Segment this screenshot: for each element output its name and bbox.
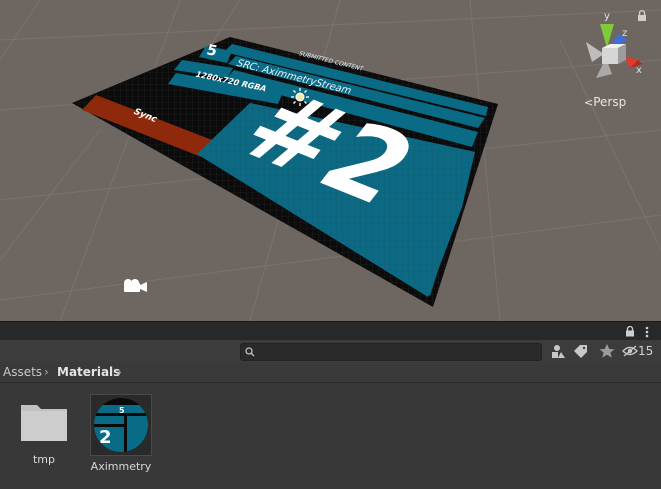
gizmo-x-label: x bbox=[636, 65, 642, 76]
project-panel-header bbox=[0, 321, 661, 340]
menu-icon[interactable] bbox=[645, 326, 649, 338]
camera-icon[interactable] bbox=[121, 277, 149, 295]
asset-thumbnail: 5 2 bbox=[90, 394, 152, 456]
asset-label: tmp bbox=[32, 453, 55, 466]
sun-icon[interactable] bbox=[290, 87, 310, 107]
breadcrumb-chevron-icon: › bbox=[117, 365, 122, 379]
breadcrumb: Assets › Materials › bbox=[0, 362, 661, 383]
material-sphere-icon: 5 2 bbox=[94, 398, 148, 452]
svg-text:2: 2 bbox=[99, 427, 112, 448]
asset-label: Aximmetry bbox=[90, 460, 152, 473]
gizmo-y-label: y bbox=[604, 11, 610, 22]
perspective-toggle[interactable]: <Persp bbox=[584, 95, 626, 109]
eye-hidden-icon bbox=[622, 345, 638, 357]
asset-tile-aximmetry[interactable]: 5 2 Aximmetry bbox=[81, 394, 161, 473]
perspective-label: Persp bbox=[593, 95, 627, 109]
asset-grid: tmp 5 2 Aximmetry bbox=[0, 383, 661, 489]
hidden-count: 15 bbox=[638, 344, 654, 358]
tag-icon[interactable] bbox=[571, 343, 591, 359]
search-field[interactable] bbox=[240, 343, 542, 361]
create-icon[interactable] bbox=[548, 343, 568, 359]
asset-tile-tmp[interactable]: tmp bbox=[4, 399, 84, 466]
svg-text:5: 5 bbox=[119, 406, 125, 415]
star-icon[interactable] bbox=[597, 343, 617, 359]
search-icon bbox=[245, 347, 255, 357]
breadcrumb-chevron-icon: › bbox=[44, 365, 49, 379]
breadcrumb-assets[interactable]: Assets bbox=[3, 365, 42, 379]
lock-icon[interactable] bbox=[625, 326, 635, 337]
folder-icon bbox=[21, 405, 67, 441]
breadcrumb-materials[interactable]: Materials bbox=[57, 365, 120, 379]
hidden-packages-toggle[interactable]: 15 bbox=[622, 343, 653, 359]
search-input[interactable] bbox=[259, 344, 541, 360]
perspective-lines-icon: < bbox=[584, 96, 594, 109]
scene-view[interactable]: 5 SUBMITTED CONTENT SRC: AximmetryStream… bbox=[0, 0, 661, 321]
